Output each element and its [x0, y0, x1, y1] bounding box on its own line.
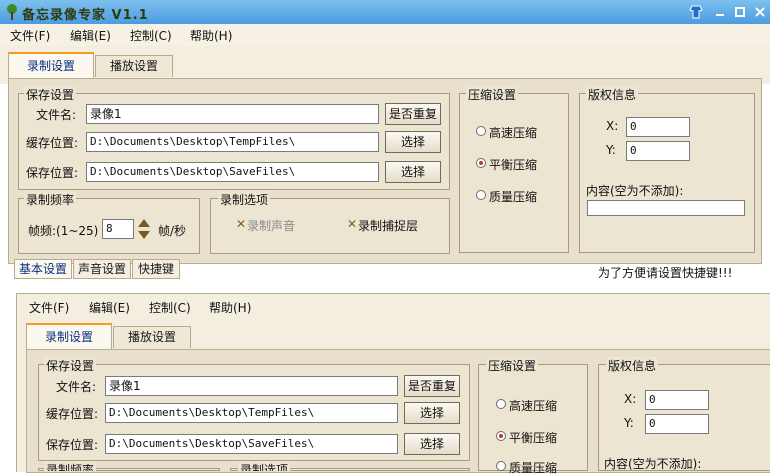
- copyright-title: 版权信息: [586, 86, 639, 103]
- quality-compress-label[interactable]: 质量压缩: [489, 188, 537, 205]
- content-label-2: 内容(空为不添加):: [604, 457, 702, 471]
- x-input-2[interactable]: 0: [645, 390, 709, 410]
- record-sound-label[interactable]: 录制声音: [247, 217, 295, 234]
- record-options-title-2: 录制选项: [238, 461, 291, 471]
- cache-choose-button-2[interactable]: 选择: [404, 402, 460, 424]
- record-frequency-title-2: 录制频率: [44, 461, 97, 471]
- cache-location-input-2[interactable]: D:\Documents\Desktop\TempFiles\: [105, 403, 398, 423]
- quality-compress-label-2[interactable]: 质量压缩: [509, 459, 557, 476]
- tab-record-settings[interactable]: 录制设置: [8, 52, 94, 78]
- file-name-input[interactable]: 录像1: [86, 104, 379, 124]
- tab-basic-settings[interactable]: 基本设置: [14, 259, 72, 279]
- balanced-compress-radio[interactable]: [476, 158, 486, 168]
- menu-edit[interactable]: 编辑(E): [70, 27, 111, 44]
- y-input-2[interactable]: 0: [645, 414, 709, 434]
- menu-bar: [0, 24, 770, 46]
- skin-icon[interactable]: [688, 4, 704, 20]
- frame-rate-label: 帧频:(1~25): [28, 224, 99, 238]
- tab-record-settings-2[interactable]: 录制设置: [26, 323, 112, 349]
- compress-settings-title-2: 压缩设置: [486, 357, 539, 374]
- content-label: 内容(空为不添加):: [586, 184, 684, 198]
- save-location-input-2[interactable]: D:\Documents\Desktop\SaveFiles\: [105, 434, 398, 454]
- content-input[interactable]: [587, 200, 745, 216]
- frame-rate-unit: 帧/秒: [158, 224, 187, 238]
- menu-edit-2[interactable]: 编辑(E): [89, 299, 130, 316]
- maximize-icon[interactable]: [732, 4, 748, 20]
- compress-settings-group-2: [478, 364, 588, 471]
- x-label-2: X:: [624, 392, 637, 406]
- compress-settings-title: 压缩设置: [466, 86, 519, 103]
- save-settings-title: 保存设置: [24, 86, 77, 103]
- tab-play-settings[interactable]: 播放设置: [95, 55, 173, 77]
- y-input[interactable]: 0: [626, 141, 690, 161]
- cache-choose-button[interactable]: 选择: [385, 131, 441, 153]
- save-location-label-2: 保存位置:: [46, 438, 99, 452]
- copyright-title-2: 版权信息: [606, 357, 659, 374]
- spinner-icon[interactable]: [137, 218, 151, 240]
- menu-help-2[interactable]: 帮助(H): [209, 299, 251, 316]
- fast-compress-radio[interactable]: [476, 126, 486, 136]
- menu-file[interactable]: 文件(F): [10, 27, 50, 44]
- file-name-label-2: 文件名:: [56, 380, 97, 394]
- record-options-title: 录制选项: [218, 191, 271, 208]
- compress-settings-group: [459, 93, 569, 253]
- cache-location-input[interactable]: D:\Documents\Desktop\TempFiles\: [86, 132, 379, 152]
- fast-compress-label-2[interactable]: 高速压缩: [509, 397, 557, 414]
- cache-location-label-2: 缓存位置:: [46, 407, 99, 421]
- file-name-label: 文件名:: [36, 108, 77, 122]
- menu-help[interactable]: 帮助(H): [190, 27, 232, 44]
- repeat-button-2[interactable]: 是否重复: [404, 375, 460, 397]
- balanced-compress-label[interactable]: 平衡压缩: [489, 156, 537, 173]
- window-title: 备忘录像专家 V1.1: [22, 8, 149, 23]
- record-sound-check-icon[interactable]: ✕: [236, 217, 246, 231]
- quality-compress-radio[interactable]: [476, 190, 486, 200]
- cache-location-label: 缓存位置:: [26, 136, 79, 150]
- save-choose-button[interactable]: 选择: [385, 161, 441, 183]
- save-choose-button-2[interactable]: 选择: [404, 433, 460, 455]
- hotkey-hint: 为了方便请设置快捷键!!!: [598, 266, 733, 280]
- frame-rate-input[interactable]: 8: [102, 219, 134, 239]
- repeat-button[interactable]: 是否重复: [385, 103, 441, 125]
- fast-compress-radio-2[interactable]: [496, 399, 506, 409]
- x-label: X:: [606, 119, 619, 133]
- record-frequency-title: 录制频率: [24, 191, 77, 208]
- save-location-input[interactable]: D:\Documents\Desktop\SaveFiles\: [86, 162, 379, 182]
- close-icon[interactable]: [752, 4, 768, 20]
- save-settings-title-2: 保存设置: [44, 357, 97, 374]
- tab-play-settings-2[interactable]: 播放设置: [113, 326, 191, 348]
- menu-file-2[interactable]: 文件(F): [29, 299, 69, 316]
- minimize-icon[interactable]: [712, 4, 728, 20]
- menu-control[interactable]: 控制(C): [130, 27, 172, 44]
- tab-hotkeys[interactable]: 快捷键: [132, 259, 180, 279]
- y-label: Y:: [606, 143, 616, 157]
- balanced-compress-label-2[interactable]: 平衡压缩: [509, 429, 557, 446]
- tab-sound-settings[interactable]: 声音设置: [73, 259, 131, 279]
- y-label-2: Y:: [624, 416, 634, 430]
- app-logo-icon: [7, 4, 17, 20]
- file-name-input-2[interactable]: 录像1: [105, 376, 398, 396]
- record-layer-label[interactable]: 录制捕捉层: [358, 217, 418, 234]
- record-layer-check-icon[interactable]: ✕: [347, 217, 357, 231]
- quality-compress-radio-2[interactable]: [496, 461, 506, 471]
- save-location-label: 保存位置:: [26, 166, 79, 180]
- balanced-compress-radio-2[interactable]: [496, 431, 506, 441]
- x-input[interactable]: 0: [626, 117, 690, 137]
- menu-control-2[interactable]: 控制(C): [149, 299, 191, 316]
- fast-compress-label[interactable]: 高速压缩: [489, 124, 537, 141]
